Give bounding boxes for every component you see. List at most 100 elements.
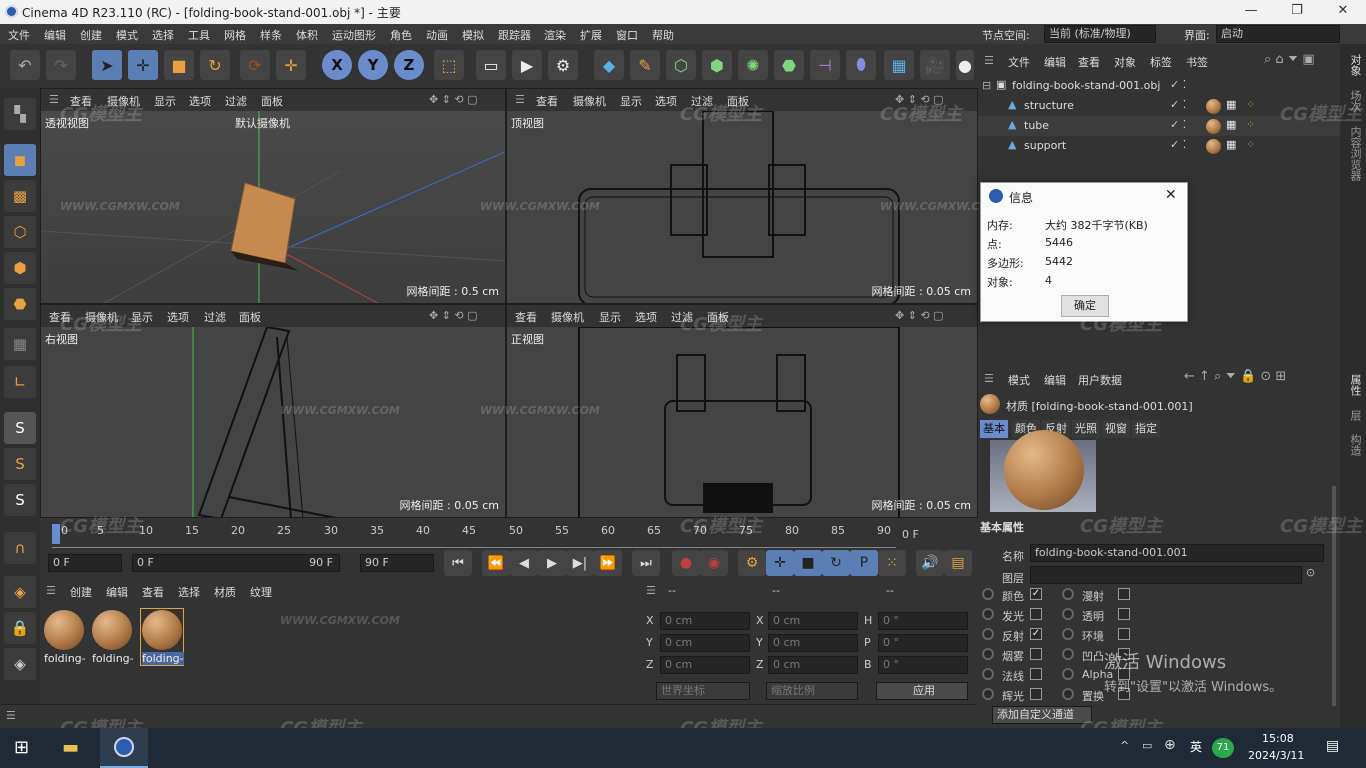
snap-icon[interactable]: S bbox=[4, 412, 36, 444]
hamburger-icon[interactable]: ☰ bbox=[515, 93, 525, 106]
color-checkbox[interactable]: ✓ bbox=[1030, 588, 1042, 600]
phong-tag-icon[interactable]: ⁘ bbox=[1246, 118, 1255, 131]
layer-picker-icon[interactable]: ⊙ bbox=[1306, 566, 1315, 579]
tab-viewport[interactable]: 视窗 bbox=[1102, 420, 1130, 438]
tab-structure[interactable]: 构造 bbox=[1347, 434, 1363, 456]
fog-checkbox[interactable] bbox=[1030, 648, 1042, 660]
lock-workplane-icon[interactable]: 🔒 bbox=[4, 612, 36, 644]
cube-icon[interactable]: ◆ bbox=[594, 50, 624, 80]
visibility-icon[interactable]: ✓ ⁚ bbox=[1170, 138, 1186, 151]
key-scale-icon[interactable]: ■ bbox=[794, 550, 822, 576]
deformer-icon[interactable]: ⊣ bbox=[810, 50, 840, 80]
floor-icon[interactable]: ▦ bbox=[884, 50, 914, 80]
apply-button[interactable]: 应用 bbox=[876, 682, 968, 700]
next-key-icon[interactable]: ⏩ bbox=[594, 550, 622, 576]
pos-x-field[interactable]: 0 cm bbox=[660, 612, 750, 630]
animate-radio[interactable] bbox=[1062, 688, 1074, 700]
object-row[interactable]: ▲ support ✓ ⁚ ▦ ⁘ bbox=[978, 136, 1340, 156]
right-canvas[interactable] bbox=[41, 327, 505, 517]
prev-frame-icon[interactable]: ◀ bbox=[510, 550, 538, 576]
go-to-start-icon[interactable]: ⏮ bbox=[444, 550, 472, 576]
tab-objects[interactable]: 对象 bbox=[1347, 54, 1363, 76]
playhead[interactable] bbox=[52, 524, 60, 544]
menu-tools[interactable]: 工具 bbox=[188, 27, 210, 43]
recent-tool-icon[interactable]: ⟳ bbox=[240, 50, 270, 80]
clock-time[interactable]: 15:08 bbox=[1262, 732, 1294, 745]
layer-field[interactable] bbox=[1030, 566, 1302, 584]
menu-volume[interactable]: 体积 bbox=[296, 27, 318, 43]
vp-menu-filter[interactable]: 过滤 bbox=[204, 309, 226, 325]
interface-select[interactable]: 启动 bbox=[1216, 25, 1340, 43]
visibility-icon[interactable]: ✓ ⁚ bbox=[1170, 98, 1186, 111]
vp-menu-filter[interactable]: 过滤 bbox=[225, 93, 247, 109]
grid-icon[interactable]: ◈ bbox=[4, 648, 36, 680]
uvw-tag-icon[interactable]: ▦ bbox=[1226, 118, 1236, 131]
viewport-nav-icon[interactable]: ✥ ⇕ ⟲ ▢ bbox=[895, 309, 944, 322]
maximize-button[interactable]: ❐ bbox=[1274, 0, 1320, 24]
vp-menu-display[interactable]: 显示 bbox=[599, 309, 621, 325]
material-swatch[interactable]: folding- bbox=[42, 608, 86, 666]
vp-menu-filter[interactable]: 过滤 bbox=[671, 309, 693, 325]
menu-select[interactable]: 选择 bbox=[152, 27, 174, 43]
x-axis-icon[interactable]: X bbox=[322, 50, 352, 80]
vp-menu-view[interactable]: 查看 bbox=[515, 309, 537, 325]
size-x-field[interactable]: 0 cm bbox=[768, 612, 858, 630]
key-param-icon[interactable]: P bbox=[850, 550, 878, 576]
redo-icon[interactable]: ↷ bbox=[46, 50, 76, 80]
hamburger-icon[interactable]: ☰ bbox=[49, 93, 59, 106]
vp-menu-panel[interactable]: 面板 bbox=[727, 93, 749, 109]
vp-menu-view[interactable]: 查看 bbox=[70, 93, 92, 109]
menu-edit[interactable]: 编辑 bbox=[44, 27, 66, 43]
frame-range-slider[interactable]: 0 F 90 F bbox=[132, 554, 340, 572]
light-icon[interactable]: ● bbox=[956, 50, 974, 80]
current-frame-field[interactable]: 0 F bbox=[48, 554, 122, 572]
dialog-close-icon[interactable]: ✕ bbox=[1165, 187, 1177, 203]
animate-radio[interactable] bbox=[982, 648, 994, 660]
obj-menu-view[interactable]: 查看 bbox=[1078, 54, 1100, 70]
animate-radio[interactable] bbox=[1062, 668, 1074, 680]
play-icon[interactable]: ▶ bbox=[538, 550, 566, 576]
battery-icon[interactable]: ▭ bbox=[1142, 739, 1152, 752]
luminance-checkbox[interactable] bbox=[1030, 608, 1042, 620]
collapse-icon[interactable]: ⊟ bbox=[982, 79, 991, 92]
network-icon[interactable]: ⊕ bbox=[1164, 737, 1176, 753]
search-icon[interactable]: ⌕ ⌂ ⏷ ▣ bbox=[1264, 52, 1315, 67]
menu-create[interactable]: 创建 bbox=[80, 27, 102, 43]
hamburger-icon[interactable]: ☰ bbox=[646, 584, 656, 597]
glow-checkbox[interactable] bbox=[1030, 688, 1042, 700]
tray-chevron-icon[interactable]: ^ bbox=[1120, 739, 1129, 752]
tab-attributes[interactable]: 属性 bbox=[1347, 374, 1363, 396]
animate-radio[interactable] bbox=[1062, 648, 1074, 660]
vp-menu-view[interactable]: 查看 bbox=[536, 93, 558, 109]
menu-extensions[interactable]: 扩展 bbox=[580, 27, 602, 43]
snap-settings-icon[interactable]: S bbox=[4, 448, 36, 480]
menu-animate[interactable]: 动画 bbox=[426, 27, 448, 43]
next-frame-icon[interactable]: ▶| bbox=[566, 550, 594, 576]
visibility-icon[interactable]: ✓ ⁚ bbox=[1170, 78, 1186, 91]
axis-mode-icon[interactable]: ∟ bbox=[4, 366, 36, 398]
vp-menu-options[interactable]: 选项 bbox=[655, 93, 677, 109]
vp-menu-camera[interactable]: 摄像机 bbox=[551, 309, 584, 325]
material-preview[interactable] bbox=[990, 430, 1096, 512]
record-icon[interactable]: ● bbox=[672, 550, 700, 576]
edges-mode-icon[interactable]: ⬢ bbox=[4, 252, 36, 284]
vp-menu-options[interactable]: 选项 bbox=[189, 93, 211, 109]
key-pla-icon[interactable]: ⁙ bbox=[878, 550, 906, 576]
obj-menu-edit[interactable]: 编辑 bbox=[1044, 54, 1066, 70]
environment-checkbox[interactable] bbox=[1118, 628, 1130, 640]
scrollbar[interactable] bbox=[1332, 486, 1336, 706]
tab-assign[interactable]: 指定 bbox=[1132, 420, 1160, 438]
size-y-field[interactable]: 0 cm bbox=[768, 634, 858, 652]
cinema4d-taskbar-item[interactable] bbox=[100, 728, 148, 768]
render-settings-icon[interactable]: ⚙ bbox=[548, 50, 578, 80]
ime-indicator[interactable]: 英 bbox=[1190, 738, 1202, 755]
vp-menu-display[interactable]: 显示 bbox=[620, 93, 642, 109]
menu-help[interactable]: 帮助 bbox=[652, 27, 674, 43]
obj-menu-object[interactable]: 对象 bbox=[1114, 54, 1136, 70]
animate-radio[interactable] bbox=[1062, 608, 1074, 620]
vp-menu-display[interactable]: 显示 bbox=[154, 93, 176, 109]
nav-arrows-icon[interactable]: ← ↑ ⌕ ⏷ 🔒 ⊙ ⊞ bbox=[1184, 369, 1286, 384]
field-icon[interactable]: ⬮ bbox=[846, 50, 876, 80]
volume-icon[interactable]: ⬣ bbox=[774, 50, 804, 80]
vp-menu-view[interactable]: 查看 bbox=[49, 309, 71, 325]
